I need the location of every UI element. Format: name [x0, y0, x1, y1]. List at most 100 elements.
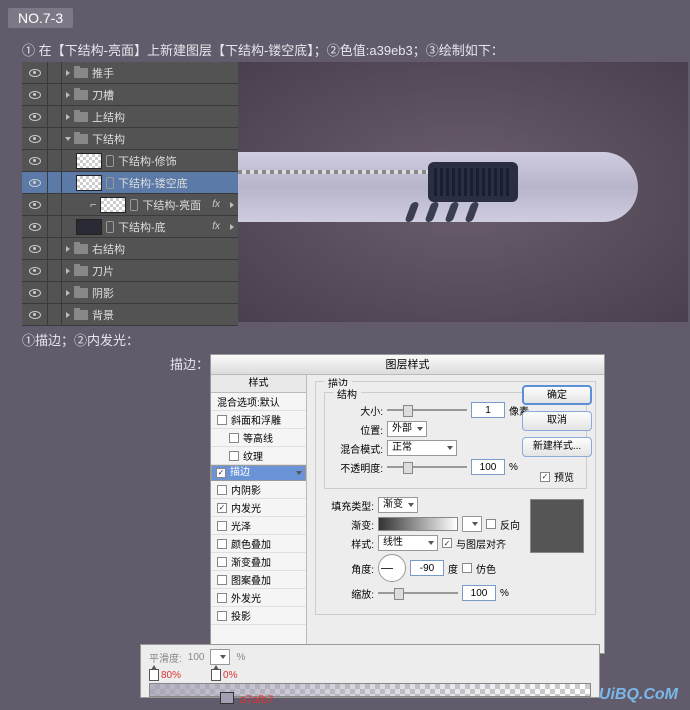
layer-row[interactable]: 下结构-底fx: [22, 216, 238, 238]
gradient-bar[interactable]: [149, 683, 591, 697]
style-item[interactable]: 图案叠加: [211, 571, 306, 589]
expand-arrow-icon[interactable]: [66, 268, 70, 274]
dither-label: 仿色: [476, 561, 496, 576]
style-item[interactable]: 渐变叠加: [211, 553, 306, 571]
color-swatch[interactable]: [220, 692, 234, 704]
smooth-dropdown[interactable]: [210, 649, 230, 665]
style-item[interactable]: 纹理: [211, 447, 306, 465]
style-item[interactable]: ✓描边: [211, 465, 306, 481]
expand-arrow-icon[interactable]: [66, 312, 70, 318]
style-item[interactable]: 投影: [211, 607, 306, 625]
blendmode-select[interactable]: 正常: [387, 440, 457, 456]
visibility-toggle[interactable]: [22, 194, 48, 215]
visibility-toggle[interactable]: [22, 304, 48, 325]
style-checkbox[interactable]: ✓: [217, 503, 227, 513]
visibility-toggle[interactable]: [22, 260, 48, 281]
opacity-stop-icon[interactable]: [149, 669, 159, 681]
layer-row[interactable]: ⌐下结构-亮面fx: [22, 194, 238, 216]
expand-arrow-icon[interactable]: [66, 92, 70, 98]
opacity-stop-icon[interactable]: [211, 669, 221, 681]
style-checkbox[interactable]: [217, 593, 227, 603]
eye-icon: [29, 267, 41, 275]
style-item[interactable]: 内阴影: [211, 481, 306, 499]
style-checkbox[interactable]: [217, 539, 227, 549]
layer-row[interactable]: 下结构-镂空底: [22, 172, 238, 194]
style-checkbox[interactable]: [217, 415, 227, 425]
layer-name: 背景: [92, 307, 114, 323]
layer-style-dialog: 图层样式 样式 混合选项:默认 斜面和浮雕等高线纹理✓描边内阴影✓内发光光泽颜色…: [210, 354, 605, 654]
newstyle-button[interactable]: 新建样式...: [522, 437, 592, 457]
eye-icon: [29, 311, 41, 319]
scale-slider[interactable]: [378, 592, 458, 594]
layer-thumbnail: [76, 175, 102, 191]
style-item[interactable]: 光泽: [211, 517, 306, 535]
folder-icon: [74, 288, 88, 298]
visibility-toggle[interactable]: [22, 128, 48, 149]
size-input[interactable]: [471, 402, 505, 418]
layer-row[interactable]: 右结构: [22, 238, 238, 260]
style-checkbox[interactable]: [217, 557, 227, 567]
styles-header[interactable]: 样式: [211, 375, 306, 393]
style-checkbox[interactable]: [217, 575, 227, 585]
visibility-toggle[interactable]: [22, 238, 48, 259]
cancel-button[interactable]: 取消: [522, 411, 592, 431]
visibility-toggle[interactable]: [22, 216, 48, 237]
style-checkbox[interactable]: [217, 521, 227, 531]
visibility-toggle[interactable]: [22, 150, 48, 171]
style-item[interactable]: 外发光: [211, 589, 306, 607]
style-item[interactable]: 等高线: [211, 429, 306, 447]
layer-row[interactable]: 刀槽: [22, 84, 238, 106]
gradient-dropdown[interactable]: [462, 516, 482, 532]
layer-row[interactable]: 下结构-修饰: [22, 150, 238, 172]
reverse-checkbox[interactable]: [486, 519, 496, 529]
style-item[interactable]: 颜色叠加: [211, 535, 306, 553]
angle-dial[interactable]: [378, 554, 406, 582]
folder-icon: [74, 310, 88, 320]
style-checkbox[interactable]: ✓: [216, 468, 226, 478]
style-checkbox[interactable]: [229, 451, 239, 461]
folder-icon: [74, 90, 88, 100]
filltype-select[interactable]: 渐变: [378, 497, 418, 513]
style-checkbox[interactable]: [217, 611, 227, 621]
position-select[interactable]: 外部: [387, 421, 427, 437]
fx-badge[interactable]: fx: [212, 221, 220, 232]
fx-expand-icon[interactable]: [230, 202, 234, 208]
style-item[interactable]: ✓内发光: [211, 499, 306, 517]
preview-checkbox[interactable]: ✓: [540, 472, 550, 482]
blend-options-row[interactable]: 混合选项:默认: [211, 393, 306, 411]
scale-input[interactable]: [462, 585, 496, 601]
expand-arrow-icon[interactable]: [65, 137, 71, 141]
style-checkbox[interactable]: [229, 433, 239, 443]
ok-button[interactable]: 确定: [522, 385, 592, 405]
dither-checkbox[interactable]: [462, 563, 472, 573]
layer-row[interactable]: 背景: [22, 304, 238, 326]
angle-input[interactable]: [410, 560, 444, 576]
layer-row[interactable]: 下结构: [22, 128, 238, 150]
eye-icon: [29, 113, 41, 121]
size-slider[interactable]: [387, 409, 467, 411]
layer-row[interactable]: 上结构: [22, 106, 238, 128]
layer-row[interactable]: 推手: [22, 62, 238, 84]
expand-arrow-icon[interactable]: [66, 246, 70, 252]
visibility-toggle[interactable]: [22, 84, 48, 105]
layer-row[interactable]: 阴影: [22, 282, 238, 304]
fx-expand-icon[interactable]: [230, 224, 234, 230]
eye-icon: [29, 135, 41, 143]
layer-row[interactable]: 刀片: [22, 260, 238, 282]
opacity-slider[interactable]: [387, 466, 467, 468]
visibility-toggle[interactable]: [22, 106, 48, 127]
folder-icon: [74, 68, 88, 78]
visibility-toggle[interactable]: [22, 62, 48, 83]
style-item[interactable]: 斜面和浮雕: [211, 411, 306, 429]
fx-badge[interactable]: fx: [212, 199, 220, 210]
align-checkbox[interactable]: ✓: [442, 538, 452, 548]
style-checkbox[interactable]: [217, 485, 227, 495]
visibility-toggle[interactable]: [22, 172, 48, 193]
expand-arrow-icon[interactable]: [66, 290, 70, 296]
opacity-input[interactable]: [471, 459, 505, 475]
expand-arrow-icon[interactable]: [66, 114, 70, 120]
gradient-preview[interactable]: [378, 517, 458, 531]
gradstyle-select[interactable]: 线性: [378, 535, 438, 551]
visibility-toggle[interactable]: [22, 282, 48, 303]
expand-arrow-icon[interactable]: [66, 70, 70, 76]
